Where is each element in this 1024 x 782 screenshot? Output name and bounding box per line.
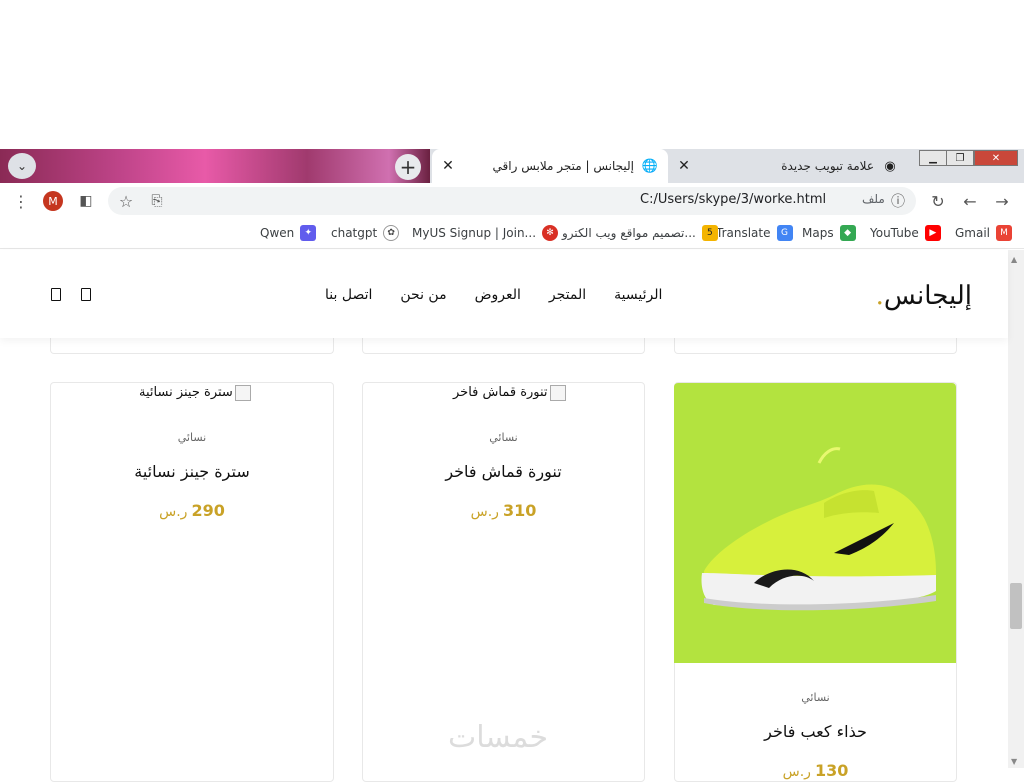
- product-image[interactable]: [674, 383, 956, 663]
- file-label: ملف: [862, 192, 885, 206]
- openai-icon: ✿: [383, 225, 400, 241]
- product-name[interactable]: سترة جينز نسائية: [51, 462, 333, 481]
- product-name[interactable]: حذاء كعب فاخر: [675, 722, 956, 741]
- bookmark-gmail[interactable]: Gmail M: [955, 224, 1013, 242]
- nav-home[interactable]: الرئيسية: [614, 287, 662, 303]
- forward-icon[interactable]: →: [991, 190, 1013, 212]
- bookmark-qwen[interactable]: Qwen ✦: [260, 224, 317, 242]
- watermark: خمسات: [448, 720, 549, 755]
- scroll-up-icon[interactable]: ▲: [1011, 255, 1017, 264]
- tab-title: إليجانس | متجر ملابس راقي: [492, 159, 634, 173]
- shoe-illustration: [701, 447, 936, 611]
- back-icon[interactable]: ←: [959, 190, 981, 212]
- tab-search-button[interactable]: ⌄: [8, 153, 36, 179]
- avatar[interactable]: M: [43, 191, 63, 211]
- maps-icon: ◆: [839, 225, 856, 241]
- chrome-icon: ◉: [884, 158, 896, 174]
- site-logo[interactable]: إليجانس.: [876, 281, 972, 311]
- close-icon[interactable]: ✕: [438, 158, 458, 174]
- qwen-icon: ✦: [300, 225, 317, 241]
- product-price: 130ر.س: [782, 761, 849, 780]
- product-category: نسائي: [177, 431, 207, 444]
- nav-contact[interactable]: اتصل بنا: [325, 287, 372, 303]
- product-image-broken[interactable]: تنورة قماش فاخر: [453, 385, 566, 401]
- scroll-down-icon[interactable]: ▼: [1011, 757, 1017, 766]
- window-close-button[interactable]: ✕: [974, 150, 1018, 166]
- scroll-thumb[interactable]: [1010, 583, 1022, 629]
- tab-active[interactable]: 🌐 إليجانس | متجر ملابس راقي ✕: [432, 149, 668, 183]
- product-name[interactable]: تنورة قماش فاخر: [363, 462, 644, 481]
- star-icon[interactable]: ☆: [115, 190, 137, 212]
- myus-icon: ✻: [542, 225, 559, 241]
- gmail-icon: M: [996, 225, 1013, 241]
- menu-icon[interactable]: ⋮: [10, 190, 32, 212]
- product-category: نسائي: [489, 431, 518, 444]
- nav-offers[interactable]: العروض: [475, 287, 521, 303]
- main-nav: الرئيسية المتجر العروض من نحن اتصل بنا: [325, 287, 662, 303]
- bookmark-myus[interactable]: MyUS Signup | Join... ✻: [412, 224, 559, 242]
- info-icon[interactable]: ⓘ: [887, 190, 909, 212]
- product-category: نسائي: [801, 691, 830, 704]
- product-price: 310ر.س: [470, 501, 537, 520]
- user-icon[interactable]: [51, 288, 61, 301]
- youtube-icon: ▶: [924, 225, 941, 241]
- minimize-button[interactable]: ▁: [919, 150, 947, 166]
- bookmark-web-design[interactable]: تصميم مواقع ويب الكترو... 5: [562, 224, 718, 242]
- bookmark-chatgpt[interactable]: chatgpt ✿: [331, 224, 400, 242]
- tab-title: علامة تبويب جديدة: [781, 159, 874, 173]
- sidepanel-icon[interactable]: ◧: [75, 190, 97, 212]
- cart-icon[interactable]: [81, 288, 91, 301]
- bookmark-translate[interactable]: Translate G: [716, 224, 793, 242]
- new-tab-button[interactable]: +: [395, 154, 421, 180]
- bookmark-youtube[interactable]: YouTube ▶: [870, 224, 941, 242]
- desktop-background: [0, 0, 1024, 149]
- nav-shop[interactable]: المتجر: [549, 287, 586, 303]
- five-icon: 5: [701, 225, 718, 241]
- translate-icon: G: [776, 225, 793, 241]
- page-scrollbar[interactable]: [1008, 250, 1024, 768]
- product-price: 290ر.س: [159, 501, 225, 520]
- nav-about[interactable]: من نحن: [400, 287, 446, 303]
- bookmark-maps[interactable]: Maps ◆: [802, 224, 856, 242]
- product-image-broken[interactable]: سترة جينز نسائية: [139, 385, 251, 401]
- tab-inactive[interactable]: ◉ علامة تبويب جديدة ✕: [668, 149, 908, 183]
- restore-button[interactable]: ❐: [946, 150, 974, 166]
- close-icon[interactable]: ✕: [674, 158, 694, 174]
- globe-icon: 🌐: [641, 158, 659, 174]
- url-text[interactable]: C:/Users/skype/3/worke.html: [640, 192, 826, 207]
- broken-image-icon: [549, 385, 566, 401]
- product-card[interactable]: سترة جينز نسائية نسائي سترة جينز نسائية …: [50, 382, 334, 782]
- reload-icon[interactable]: ↻: [927, 190, 949, 212]
- broken-image-icon: [234, 385, 251, 401]
- share-icon[interactable]: ⎘: [146, 190, 168, 212]
